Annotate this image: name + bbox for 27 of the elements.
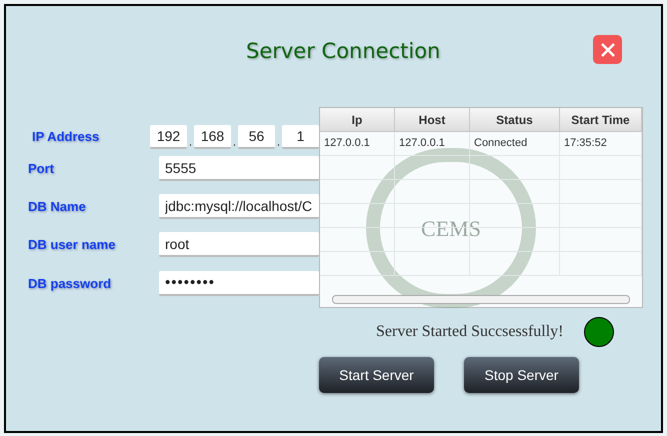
table-cell: 127.0.0.1 — [395, 132, 470, 155]
column-header[interactable]: Host — [395, 108, 470, 131]
column-header[interactable]: Ip — [320, 108, 395, 131]
column-header[interactable]: Status — [470, 108, 560, 131]
ip-octet-field[interactable]: 192 — [150, 125, 187, 149]
close-button[interactable] — [593, 35, 622, 64]
ip-octet-field[interactable]: 56 — [238, 125, 275, 149]
window-title: Server Connection — [246, 38, 440, 65]
column-header[interactable]: Start Time — [560, 108, 642, 131]
input-field[interactable]: 5555 — [159, 156, 319, 181]
input-field[interactable]: jdbc:mysql://localhost/C — [159, 194, 319, 219]
status-message: Server Started Succsessfully! — [376, 322, 564, 342]
field-label: DB password — [28, 274, 112, 293]
field-label: DB Name — [28, 198, 86, 216]
ip-octet-field[interactable]: 168 — [194, 125, 231, 149]
table-cell: 127.0.0.1 — [320, 132, 395, 155]
ip-octet-field[interactable]: 1 — [282, 125, 319, 149]
table-cell: Connected — [470, 132, 560, 155]
field-label: DB user name — [28, 236, 116, 254]
close-icon — [600, 42, 614, 56]
input-field[interactable]: root — [159, 232, 319, 257]
table-cell: 17:35:52 — [560, 132, 642, 155]
action-button[interactable]: Stop Server — [464, 357, 579, 393]
password-field[interactable]: •••••••• — [159, 271, 319, 296]
field-label: Port — [28, 160, 54, 178]
field-label: IP Address — [32, 128, 100, 146]
action-button[interactable]: Start Server — [319, 357, 434, 393]
